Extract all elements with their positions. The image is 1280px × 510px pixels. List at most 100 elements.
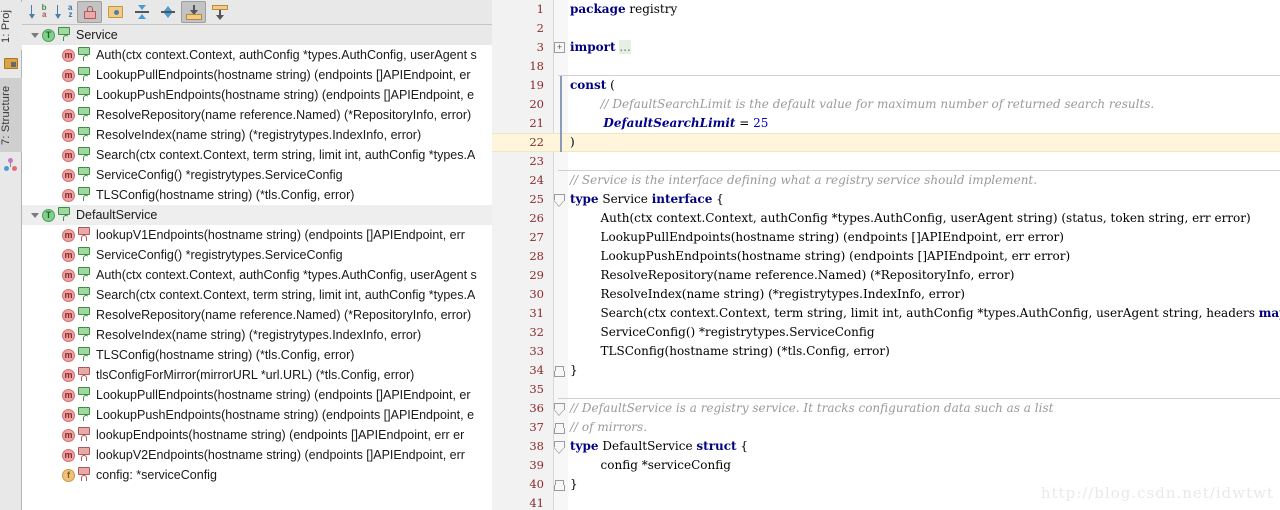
code-line[interactable]: LookupPullEndpoints(hostname string) (en… xyxy=(570,228,1064,247)
tool-tab-project-label: 1: Proj xyxy=(0,9,12,43)
tree-node-method[interactable]: m LookupPushEndpoints(hostname string) (e… xyxy=(22,405,492,425)
code-token: interface xyxy=(651,192,713,206)
watermark: http://blog.csdn.net/idwtwt xyxy=(1040,484,1274,502)
tree-node-method[interactable]: m ServiceConfig() *registrytypes.ServiceC… xyxy=(22,245,492,265)
line-number: 35 xyxy=(529,382,544,396)
code-line[interactable]: const ( xyxy=(570,76,615,95)
code-line[interactable]: ServiceConfig() *registrytypes.ServiceCo… xyxy=(570,323,875,342)
tree-node-method[interactable]: m ResolveRepository(name reference.Named)… xyxy=(22,105,492,125)
tree-node-method[interactable]: m Auth(ctx context.Context, authConfig *t… xyxy=(22,265,492,285)
tree-node-method[interactable]: m ResolveRepository(name reference.Named)… xyxy=(22,305,492,325)
type-icon: T xyxy=(42,28,55,42)
tree-item-label: lookupV2Endpoints(hostname string) (endp… xyxy=(96,448,465,462)
code-line[interactable]: package registry xyxy=(570,0,677,19)
sort-alphabetically-button[interactable]: a z xyxy=(51,1,76,23)
tree-item-label: lookupV1Endpoints(hostname string) (endp… xyxy=(96,228,465,242)
tree-node-method[interactable]: m ResolveIndex(name string) (*registrytyp… xyxy=(22,125,492,145)
method-icon: m xyxy=(62,388,75,402)
code-line[interactable]: ResolveRepository(name reference.Named) … xyxy=(570,266,1015,285)
tree-node-type[interactable]: T Service xyxy=(22,25,492,45)
structure-tree[interactable]: T Service m Auth(ctx context.Context, authC… xyxy=(22,25,492,485)
tree-item-label: ServiceConfig() *registrytypes.ServiceCo… xyxy=(96,248,343,262)
code-token: // DefaultService is a registry service.… xyxy=(570,401,1054,415)
tree-node-method[interactable]: m TLSConfig(hostname string) (*tls.Config… xyxy=(22,185,492,205)
code-token: struct xyxy=(696,439,737,453)
tree-node-method[interactable]: m Search(ctx context.Context, term string… xyxy=(22,285,492,305)
code-token: } xyxy=(570,363,578,377)
fold-collapse-icon[interactable] xyxy=(554,194,565,207)
code-line[interactable]: LookupPushEndpoints(hostname string) (en… xyxy=(570,247,1071,266)
code-line[interactable]: // of mirrors. xyxy=(570,418,647,437)
show-imported-button[interactable] xyxy=(181,1,206,23)
method-icon: m xyxy=(62,88,75,102)
tree-node-method[interactable]: m LookupPullEndpoints(hostname string) (e… xyxy=(22,65,492,85)
tool-tab-structure[interactable]: 7: Structure xyxy=(0,78,22,152)
show-non-public-button[interactable] xyxy=(77,1,102,23)
project-folder-icon xyxy=(4,56,18,70)
folder-dot-icon xyxy=(108,6,123,18)
code-line[interactable]: TLSConfig(hostname string) (*tls.Config,… xyxy=(570,342,890,361)
fold-region-end-icon[interactable] xyxy=(554,423,565,434)
tree-node-method[interactable]: m Search(ctx context.Context, term string… xyxy=(22,145,492,165)
tree-expand-toggle[interactable] xyxy=(28,32,42,38)
code-token: // DefaultSearchLimit is the default val… xyxy=(570,97,1155,111)
fold-collapse-icon[interactable] xyxy=(554,441,565,454)
group-by-package-button[interactable] xyxy=(103,1,128,23)
code-line[interactable]: Search(ctx context.Context, term string,… xyxy=(570,304,1280,323)
tree-node-method[interactable]: m LookupPushEndpoints(hostname string) (e… xyxy=(22,85,492,105)
code-token: ResolveRepository(name reference.Named) … xyxy=(570,268,1015,282)
tree-item-label: Service xyxy=(76,28,118,42)
tree-node-method[interactable]: m lookupV1Endpoints(hostname string) (end… xyxy=(22,225,492,245)
tree-node-field[interactable]: f config: *serviceConfig xyxy=(22,465,492,485)
tree-expand-toggle[interactable] xyxy=(28,212,42,218)
code-line[interactable]: // DefaultSearchLimit is the default val… xyxy=(570,95,1155,114)
code-editor[interactable]: 1 package registry 2 3 import ... +18 19 const … xyxy=(492,0,1280,510)
code-line[interactable]: type DefaultService struct { xyxy=(570,437,748,456)
line-number: 27 xyxy=(529,230,544,244)
sort-by-visibility-button[interactable]: b a xyxy=(25,1,50,23)
line-number: 32 xyxy=(529,325,544,339)
code-line[interactable]: DefaultSearchLimit = 25 xyxy=(570,114,768,133)
code-line[interactable]: type Service interface { xyxy=(570,190,724,209)
code-line[interactable]: // Service is the interface defining wha… xyxy=(570,171,1037,190)
fold-collapse-icon[interactable] xyxy=(554,403,565,416)
tree-node-method[interactable]: m Auth(ctx context.Context, authConfig *t… xyxy=(22,45,492,65)
tree-node-method[interactable]: m ServiceConfig() *registrytypes.ServiceC… xyxy=(22,165,492,185)
code-line[interactable]: import ... xyxy=(570,38,631,57)
fold-expand-icon[interactable]: + xyxy=(554,42,565,53)
code-token: Service xyxy=(598,192,652,206)
tree-node-method[interactable]: m TLSConfig(hostname string) (*tls.Config… xyxy=(22,345,492,365)
tree-node-type[interactable]: T DefaultService xyxy=(22,205,492,225)
code-token: map xyxy=(1258,306,1280,320)
code-line[interactable]: ResolveIndex(name string) (*registrytype… xyxy=(570,285,965,304)
tree-node-method[interactable]: m lookupEndpoints(hostname string) (endpo… xyxy=(22,425,492,445)
ide-window: 1: Proj 7: Structure b a a z T Service m… xyxy=(0,0,1280,510)
line-number: 41 xyxy=(529,496,544,510)
line-number: 31 xyxy=(529,306,544,320)
tree-node-method[interactable]: m LookupPullEndpoints(hostname string) (e… xyxy=(22,385,492,405)
tree-item-label: config: *serviceConfig xyxy=(96,468,217,482)
fold-region-guide[interactable] xyxy=(560,76,562,152)
tool-tab-project[interactable]: 1: Proj xyxy=(0,2,22,50)
code-line[interactable]: // DefaultService is a registry service.… xyxy=(570,399,1053,418)
code-line[interactable]: } xyxy=(570,475,578,494)
method-icon: m xyxy=(62,348,75,362)
fold-region-end-icon[interactable] xyxy=(554,480,565,491)
line-number: 19 xyxy=(529,78,544,92)
collapse-all-button[interactable] xyxy=(155,1,180,23)
expand-all-button[interactable] xyxy=(129,1,154,23)
fold-region-end-icon[interactable] xyxy=(554,366,565,377)
method-icon: m xyxy=(62,288,75,302)
tree-node-method[interactable]: m lookupV2Endpoints(hostname string) (end… xyxy=(22,445,492,465)
sort-visibility-icon: b a xyxy=(28,4,47,20)
tree-node-method[interactable]: m tlsConfigForMirror(mirrorURL *url.URL) … xyxy=(22,365,492,385)
tree-node-method[interactable]: m ResolveIndex(name string) (*registrytyp… xyxy=(22,325,492,345)
code-line[interactable]: config *serviceConfig xyxy=(570,456,731,475)
code-line[interactable]: Auth(ctx context.Context, authConfig *ty… xyxy=(570,209,1251,228)
code-line[interactable]: } xyxy=(570,361,578,380)
editor-code-area[interactable]: 1 package registry 2 3 import ... +18 19 const … xyxy=(492,0,1280,510)
code-token: package xyxy=(570,2,626,16)
show-anonymous-button[interactable] xyxy=(207,1,232,23)
code-line[interactable]: ) xyxy=(570,133,575,152)
method-icon: m xyxy=(62,308,75,322)
